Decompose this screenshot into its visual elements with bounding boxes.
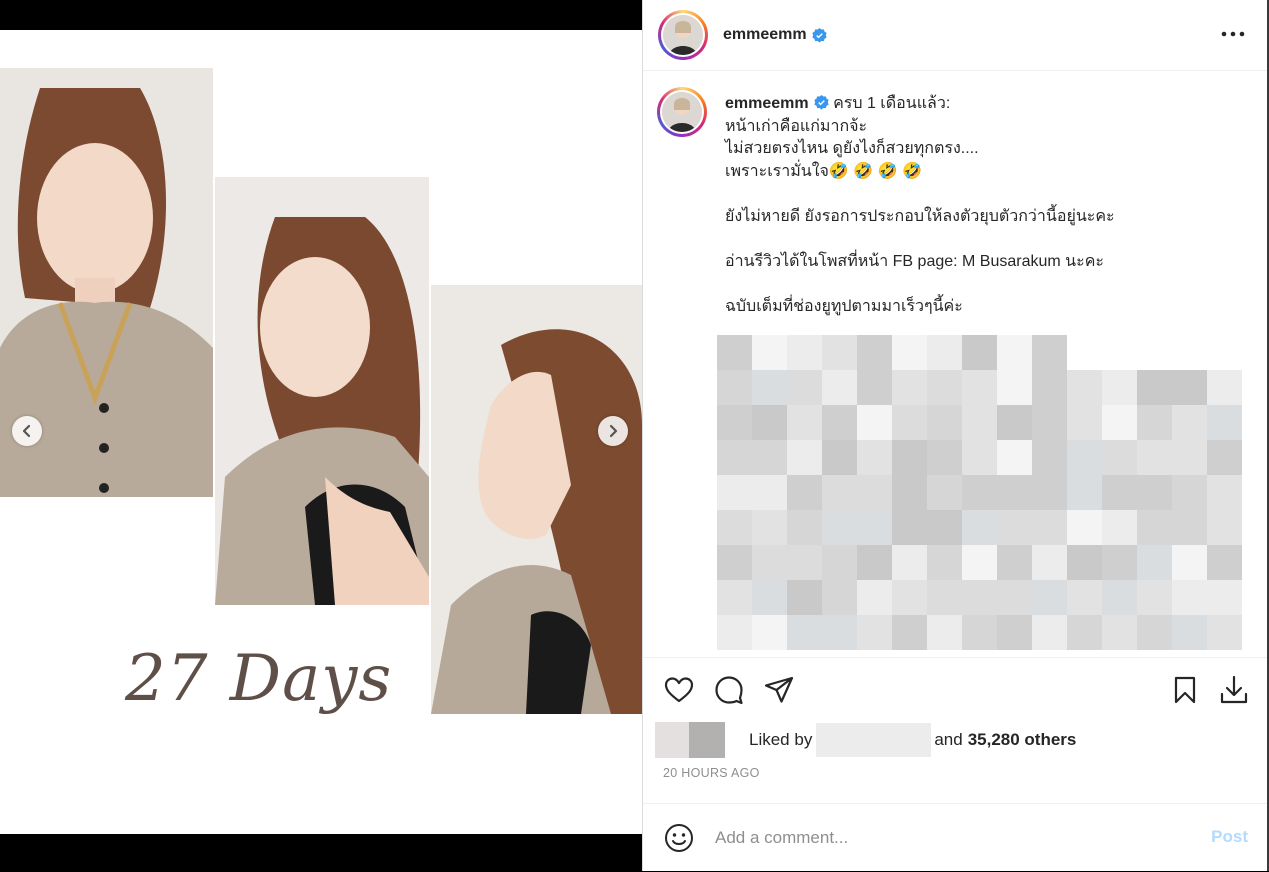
more-horizontal-icon <box>1221 31 1245 37</box>
caption-line: ยังไม่หายดี ยังรอการประกอบให้ลงตัวยุบตัว… <box>725 207 1115 225</box>
overlay-days-text: 27 Days <box>125 642 393 716</box>
share-button[interactable] <box>763 674 795 706</box>
chevron-right-icon <box>609 424 618 438</box>
caption-username[interactable]: emmeemm <box>725 95 809 112</box>
post-details-panel: emmeemm emmeemm ครบ 1 เดือนแล้ว: หน้าเก่… <box>642 0 1268 871</box>
save-button[interactable] <box>1169 674 1201 706</box>
emoji-button[interactable] <box>663 822 695 854</box>
likes-count[interactable]: 35,280 others <box>968 730 1077 750</box>
bookmark-icon <box>1174 676 1196 704</box>
comment-button[interactable] <box>713 674 745 706</box>
likes-summary[interactable]: Liked by and 35,280 others <box>655 721 1255 759</box>
liker-name-redacted <box>816 723 932 757</box>
chevron-left-icon <box>22 424 31 438</box>
post-actions-bar <box>643 657 1268 726</box>
post-comment-button[interactable]: Post <box>1211 827 1248 847</box>
header-username[interactable]: emmeemm <box>723 26 807 44</box>
carousel-prev-button[interactable] <box>12 416 42 446</box>
caption-line: ครบ 1 เดือนแล้ว: <box>833 95 951 112</box>
comment-input[interactable] <box>713 824 1177 852</box>
liker-avatar <box>689 722 725 758</box>
liker-avatar <box>655 722 691 758</box>
avatar-image <box>663 15 703 55</box>
send-icon <box>764 676 794 703</box>
download-icon <box>1220 675 1248 704</box>
caption-line <box>725 183 1245 206</box>
caption-scroll-area[interactable]: emmeemm ครบ 1 เดือนแล้ว: หน้าเก่าคือแก่ม… <box>643 71 1268 657</box>
verified-badge-icon <box>813 95 829 110</box>
heart-icon <box>664 677 694 703</box>
pixelated-hashtags-area <box>717 335 1242 650</box>
post-media[interactable]: 27 Days <box>0 30 642 834</box>
caption-line <box>725 273 1245 296</box>
verified-badge-icon <box>811 27 827 42</box>
caption-line: ฉบับเต็มที่ช่องยูทูปตามมาเร็วๆนี้ค่ะ <box>725 297 963 315</box>
header-avatar[interactable] <box>658 10 708 60</box>
carousel-next-button[interactable] <box>598 416 628 446</box>
caption-line <box>725 228 1245 251</box>
comment-bar: Post <box>643 803 1268 872</box>
likes-prefix: Liked by <box>749 730 813 749</box>
post-header: emmeemm <box>643 0 1268 71</box>
smiley-icon <box>665 824 693 852</box>
photo-three-quarter <box>215 177 429 605</box>
caption-text: emmeemm ครบ 1 เดือนแล้ว: หน้าเก่าคือแก่ม… <box>725 93 1245 318</box>
caption-line: อ่านรีวิวได้ในโพสที่หน้า FB page: M Busa… <box>725 252 1104 270</box>
like-button[interactable] <box>663 674 695 706</box>
download-button[interactable] <box>1218 674 1250 706</box>
media-bottom-bar <box>0 834 642 871</box>
photo-profile <box>431 285 642 714</box>
comment-icon <box>715 676 743 705</box>
caption-line: ไม่สวยตรงไหน ดูยังไงก็สวยทุกตรง.... <box>725 140 979 157</box>
avatar-image <box>662 92 702 132</box>
more-options-button[interactable] <box>1218 22 1248 46</box>
caption-avatar[interactable] <box>657 87 707 137</box>
caption-line: เพราะเรามั่นใจ🤣 🤣 🤣 🤣 <box>725 162 922 180</box>
post-timestamp[interactable]: 20 HOURS AGO <box>663 766 760 780</box>
caption-first-line: emmeemm ครบ 1 เดือนแล้ว: <box>725 93 1245 116</box>
likes-connector: and <box>934 730 963 749</box>
caption-line: หน้าเก่าคือแก่มากจ้ะ <box>725 117 868 135</box>
